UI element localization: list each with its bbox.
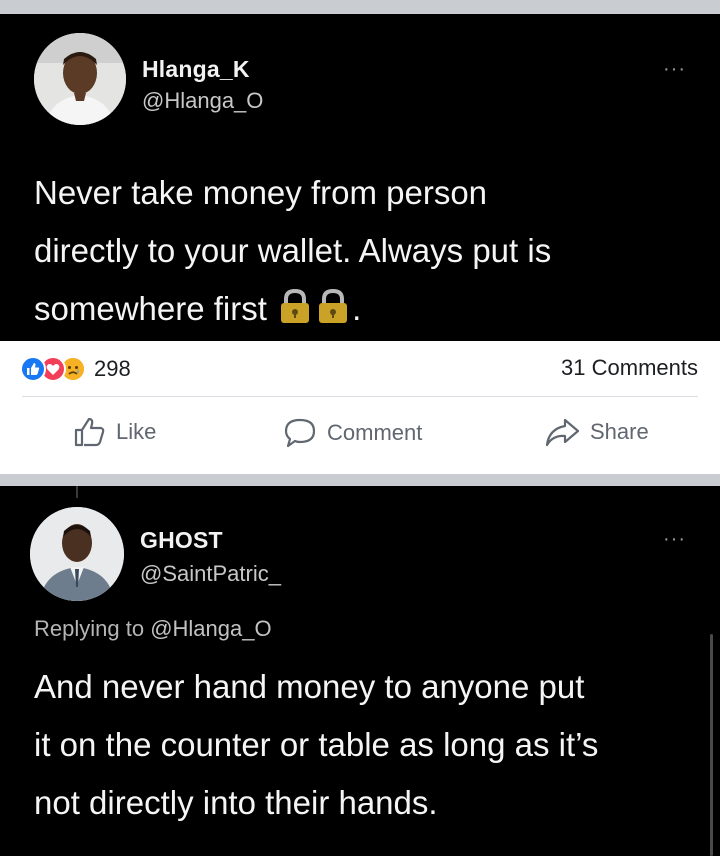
comment-button[interactable]: Comment bbox=[283, 417, 422, 449]
thread-connector-line bbox=[76, 486, 78, 498]
tweet-line: not directly into their hands. bbox=[34, 784, 438, 821]
tweet-line: directly to your wallet. Always put is bbox=[34, 232, 552, 269]
tweet-card-1: Hlanga_K @Hlanga_O ··· Never take money … bbox=[0, 14, 720, 341]
replying-mention-link[interactable]: @Hlanga_O bbox=[150, 616, 271, 641]
replying-prefix: Replying to bbox=[34, 616, 145, 641]
divider bbox=[22, 396, 698, 397]
avatar-image bbox=[34, 33, 126, 125]
author-name[interactable]: Hlanga_K bbox=[142, 56, 250, 83]
tweet-text: And never hand money to anyone put it on… bbox=[34, 658, 598, 832]
tweet-line-suffix: . bbox=[352, 290, 362, 327]
tweet-text: Never take money from person directly to… bbox=[34, 164, 551, 342]
author-handle[interactable]: @Hlanga_O bbox=[142, 88, 263, 114]
comment-label: Comment bbox=[327, 420, 423, 445]
comment-bubble-icon bbox=[284, 418, 316, 448]
replying-to-line: Replying to @Hlanga_O bbox=[34, 616, 272, 642]
share-arrow-icon bbox=[545, 418, 580, 447]
like-reaction-icon bbox=[20, 356, 46, 382]
more-options-icon[interactable]: ··· bbox=[663, 59, 686, 79]
tweet-line: And never hand money to anyone put bbox=[34, 668, 585, 705]
author-handle[interactable]: @SaintPatric_ bbox=[140, 561, 281, 587]
lock-with-key-emoji-icon bbox=[278, 284, 312, 342]
separator-band bbox=[0, 474, 720, 486]
lock-with-key-emoji-icon bbox=[316, 284, 350, 342]
avatar[interactable] bbox=[30, 507, 124, 601]
comments-count-link[interactable]: 31 Comments bbox=[561, 355, 698, 381]
tweet-line-text: somewhere first bbox=[34, 290, 267, 327]
tweet-line: it on the counter or table as long as it… bbox=[34, 726, 599, 763]
like-button[interactable]: Like bbox=[74, 417, 156, 447]
author-name[interactable]: GHOST bbox=[140, 527, 223, 554]
like-label: Like bbox=[116, 419, 157, 444]
avatar[interactable] bbox=[34, 33, 126, 125]
scrollbar[interactable] bbox=[710, 634, 713, 856]
share-label: Share bbox=[590, 419, 649, 444]
tweet-line: Never take money from person bbox=[34, 174, 488, 211]
tweet-line: somewhere first . bbox=[34, 280, 551, 342]
facebook-post-footer: 298 31 Comments Like Comment Share bbox=[0, 341, 720, 474]
more-options-icon[interactable]: ··· bbox=[663, 529, 686, 549]
avatar-image bbox=[30, 507, 124, 601]
thumbs-up-icon bbox=[74, 417, 105, 447]
reactions-summary[interactable]: 298 bbox=[20, 355, 131, 383]
reaction-count: 298 bbox=[94, 356, 131, 381]
share-button[interactable]: Share bbox=[544, 417, 649, 447]
tweet-card-2: GHOST @SaintPatric_ ··· Replying to @Hla… bbox=[0, 486, 720, 856]
